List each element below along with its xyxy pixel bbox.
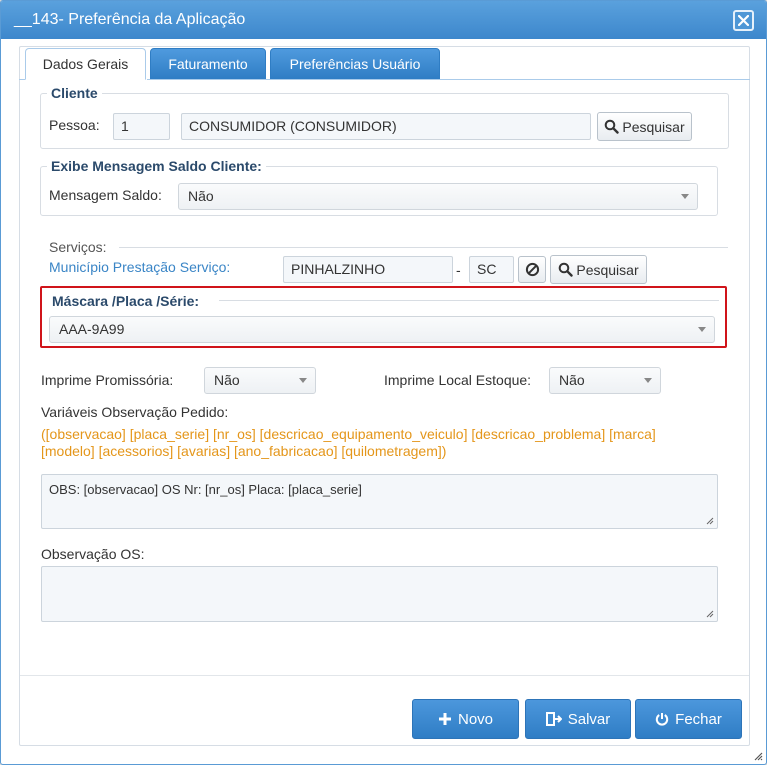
fechar-button[interactable]: Fechar — [635, 699, 742, 739]
clear-municipio-button[interactable] — [518, 256, 546, 283]
window-title: __143- Preferência da Aplicação — [14, 11, 246, 28]
salvar-button[interactable]: Salvar — [525, 699, 631, 739]
footer-divider — [20, 675, 749, 676]
obs-pedido-value: OBS: [observacao] OS Nr: [nr_os] Placa: … — [49, 482, 362, 497]
tab-underline — [147, 79, 750, 80]
preferences-dialog: __143- Preferência da Aplicação Dados Ge… — [0, 0, 767, 765]
cliente-legend: Cliente — [51, 85, 98, 101]
promissoria-value: Não — [214, 372, 240, 388]
municipio-separator: - — [456, 262, 461, 278]
municipio-label: Município Prestação Serviço: — [49, 259, 231, 275]
pessoa-code-input[interactable]: 1 — [113, 113, 170, 140]
chevron-down-icon — [299, 378, 307, 383]
search-icon — [559, 262, 574, 277]
variaveis-label: Variáveis Observação Pedido: — [41, 404, 229, 420]
mensagem-legend: Exibe Mensagem Saldo Cliente: — [51, 158, 262, 174]
obs-pedido-textarea[interactable]: OBS: [observacao] OS Nr: [nr_os] Placa: … — [41, 474, 718, 529]
plus-icon — [438, 713, 451, 725]
content-panel — [19, 46, 750, 746]
chevron-down-icon — [698, 327, 706, 332]
mascara-select[interactable]: AAA-9A99 — [49, 316, 715, 343]
servicos-divider — [119, 247, 728, 248]
variaveis-line-1: ([observacao] [placa_serie] [nr_os] [des… — [41, 426, 656, 442]
resize-grip-icon — [706, 517, 714, 525]
tab-underline-left — [19, 79, 25, 80]
title-bar[interactable]: __143- Preferência da Aplicação — [1, 1, 766, 39]
servicos-legend: Serviços: — [49, 239, 107, 255]
obs-os-label: Observação OS: — [41, 546, 145, 562]
pessoa-label: Pessoa: — [49, 117, 100, 133]
mascara-divider — [219, 300, 719, 301]
novo-label: Novo — [457, 710, 494, 728]
salvar-label: Salvar — [567, 710, 611, 728]
chevron-down-icon — [681, 194, 689, 199]
local-estoque-value: Não — [559, 372, 585, 388]
mascara-label: Máscara /Placa /Série: — [52, 293, 200, 309]
tab-preferencias-usuario[interactable]: Preferências Usuário — [270, 48, 440, 80]
variaveis-line-2: [modelo] [acessorios] [avarias] [ano_fab… — [41, 443, 447, 459]
cliente-search-button[interactable]: Pesquisar — [597, 112, 692, 141]
municipio-search-label: Pesquisar — [576, 261, 639, 278]
tab-faturamento[interactable]: Faturamento — [150, 48, 266, 80]
tab-dados-gerais[interactable]: Dados Gerais — [25, 48, 146, 80]
fechar-label: Fechar — [675, 710, 722, 728]
promissoria-label: Imprime Promissória: — [41, 372, 174, 388]
promissoria-select[interactable]: Não — [204, 367, 316, 394]
uf-input[interactable]: SC — [469, 256, 514, 283]
obs-os-textarea[interactable] — [41, 566, 718, 622]
mascara-value: AAA-9A99 — [59, 321, 125, 337]
pessoa-name-input[interactable]: CONSUMIDOR (CONSUMIDOR) — [181, 113, 591, 140]
municipio-search-button[interactable]: Pesquisar — [550, 255, 647, 284]
save-icon — [545, 712, 562, 726]
municipio-input[interactable]: PINHALZINHO — [283, 256, 453, 283]
chevron-down-icon — [644, 378, 652, 383]
resize-grip-icon — [706, 610, 714, 618]
dialog-resize-icon[interactable] — [753, 751, 763, 761]
power-icon — [655, 713, 669, 726]
mensagem-saldo-value: Não — [188, 188, 214, 204]
cliente-search-label: Pesquisar — [622, 118, 685, 135]
mensagem-saldo-label: Mensagem Saldo: — [49, 187, 162, 203]
search-icon — [605, 119, 620, 134]
ban-icon — [525, 262, 539, 277]
mensagem-saldo-select[interactable]: Não — [178, 183, 698, 210]
close-button[interactable] — [733, 10, 754, 31]
novo-button[interactable]: Novo — [412, 699, 519, 739]
local-estoque-select[interactable]: Não — [549, 367, 661, 394]
close-icon — [738, 15, 749, 26]
local-estoque-label: Imprime Local Estoque: — [384, 372, 532, 388]
